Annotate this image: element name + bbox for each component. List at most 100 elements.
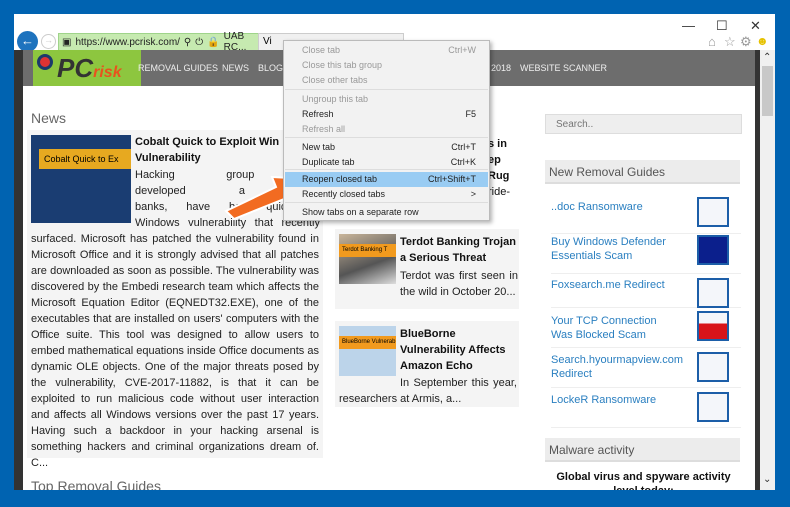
guide-item[interactable]: Your TCP Connection Was Blocked Scam: [551, 308, 741, 348]
menu-item-label: Ungroup this tab: [302, 94, 369, 104]
guide-thumbnail[interactable]: [697, 278, 729, 308]
guide-thumbnail[interactable]: [697, 352, 729, 382]
article-title[interactable]: BlueBorne Vulnerability Affects Amazon E…: [400, 326, 518, 374]
search-input[interactable]: [545, 114, 742, 134]
address-url: https://www.pcrisk.com/: [75, 36, 180, 48]
menu-item-show-tabs-on-a-separate-row[interactable]: Show tabs on a separate row: [285, 205, 488, 220]
thumb-label: Cobalt Quick to Ex: [39, 149, 131, 169]
gear-icon[interactable]: ⚙: [740, 34, 752, 50]
guide-thumbnail[interactable]: [697, 235, 729, 265]
menu-separator: [285, 137, 488, 138]
power-icon: ⏻: [195, 36, 204, 48]
menu-item-label: Duplicate tab: [302, 157, 355, 167]
maximize-icon[interactable]: ☐: [716, 18, 728, 34]
menu-item-shortcut: Ctrl+T: [451, 142, 476, 152]
partial-line: ep: [488, 154, 501, 166]
scroll-up-icon[interactable]: ⌃: [763, 52, 771, 63]
guide-link: ..doc Ransomware: [551, 201, 643, 213]
guide-link: Search.hyourmapview.com Redirect: [551, 354, 684, 380]
menu-item-label: Reopen closed tab: [302, 174, 378, 184]
article-body: surfaced. Microsoft has patched the vuln…: [31, 233, 319, 469]
thumb-label: Terdot Banking T: [339, 244, 396, 257]
menu-item-shortcut: Ctrl+W: [448, 45, 476, 55]
guide-link: Your TCP Connection Was Blocked Scam: [551, 315, 657, 341]
article-title[interactable]: Terdot Banking Trojan a Serious Threat: [400, 234, 518, 266]
menu-item-close-tab[interactable]: Close tab Ctrl+W: [285, 43, 488, 58]
back-icon[interactable]: ←: [17, 31, 38, 52]
menu-item-label: Close this tab group: [302, 60, 383, 70]
menu-item-label: Refresh all: [302, 124, 346, 134]
nav-2018[interactable]: 2018: [491, 63, 511, 73]
menu-item-close-this-tab-group[interactable]: Close this tab group: [285, 58, 488, 73]
thumb-label: BlueBorne Vulnerab: [339, 336, 396, 349]
article-thumbnail[interactable]: Terdot Banking T: [339, 234, 396, 284]
home-icon[interactable]: ⌂: [708, 34, 716, 49]
partial-article[interactable]: s in ep Rug ride-: [488, 136, 510, 200]
minimize-icon[interactable]: —: [682, 18, 695, 33]
menu-item-refresh-all[interactable]: Refresh all: [285, 122, 488, 137]
article-text: In September this year, researchers at A…: [339, 377, 517, 405]
tab-title: Vi: [263, 36, 272, 47]
partial-line: Rug: [488, 170, 510, 182]
article-thumbnail[interactable]: BlueBorne Vulnerab: [339, 326, 396, 376]
news-item[interactable]: Terdot Banking T Terdot Banking Trojan a…: [335, 229, 519, 309]
menu-item-shortcut: Ctrl+K: [450, 157, 476, 167]
malware-activity-text: Global virus and spyware activity level …: [556, 471, 731, 490]
news-item[interactable]: BlueBorne Vulnerab BlueBorne Vulnerabili…: [335, 321, 519, 407]
forward-icon[interactable]: →: [41, 34, 56, 49]
smiley-icon[interactable]: ☻: [756, 34, 769, 48]
menu-item-label: Recently closed tabs: [302, 189, 386, 199]
article-thumbnail[interactable]: Cobalt Quick to Ex: [31, 135, 131, 223]
logo-text: PCrisk: [57, 53, 122, 83]
menu-item-close-other-tabs[interactable]: Close other tabs: [285, 73, 488, 88]
top-removal-guides-heading: Top Removal Guides: [31, 478, 161, 490]
nav-removal-guides[interactable]: REMOVAL GUIDES: [138, 63, 218, 73]
menu-item-shortcut: Ctrl+Shift+T: [427, 174, 476, 184]
scroll-down-icon[interactable]: ⌄: [763, 474, 771, 485]
tab-context-menu: Close tab Ctrl+W Close this tab group Close…: [283, 40, 490, 221]
nav-website-scanner[interactable]: WEBSITE SCANNER: [520, 63, 607, 73]
guide-link: LockeR Ransomware: [551, 394, 657, 406]
menu-item-recently-closed-tabs[interactable]: Recently closed tabs >: [285, 187, 488, 202]
menu-item-label: Show tabs on a separate row: [302, 207, 419, 217]
menu-item-duplicate-tab[interactable]: Duplicate tab Ctrl+K: [285, 155, 488, 170]
address-bar[interactable]: ▣ https://www.pcrisk.com/ ⚲ ⏻ 🔒 UAB RC..…: [58, 31, 268, 53]
close-icon[interactable]: ✕: [750, 18, 761, 34]
guide-item[interactable]: ..doc Ransomware: [551, 197, 741, 234]
site-logo[interactable]: PCrisk: [33, 50, 141, 86]
guide-link: Buy Windows Defender Essentials Scam: [551, 236, 666, 262]
partial-line: s in: [488, 138, 507, 150]
menu-item-label: Close tab: [302, 45, 341, 55]
menu-separator: [285, 202, 488, 203]
nav-blog[interactable]: BLOG: [258, 63, 283, 73]
partial-line: ride-: [488, 186, 511, 198]
menu-separator: [285, 169, 488, 170]
scroll-thumb[interactable]: [762, 66, 773, 116]
menu-item-new-tab[interactable]: New tab Ctrl+T: [285, 140, 488, 155]
menu-item-label: Close other tabs: [302, 75, 368, 85]
star-icon[interactable]: ☆: [724, 34, 736, 50]
guide-thumbnail[interactable]: [697, 311, 729, 341]
search-icon[interactable]: ⚲: [184, 37, 191, 48]
scrollbar[interactable]: ⌃ ⌄: [760, 50, 775, 490]
lock-icon[interactable]: 🔒: [207, 37, 219, 48]
guide-thumbnail[interactable]: [697, 392, 729, 422]
guide-item[interactable]: Buy Windows Defender Essentials Scam: [551, 234, 741, 274]
guide-item[interactable]: LockeR Ransomware: [551, 388, 741, 428]
guide-link: Foxsearch.me Redirect: [551, 279, 665, 291]
new-removal-guides-heading: New Removal Guides: [545, 160, 740, 184]
malware-activity-heading: Malware activity: [545, 438, 740, 462]
guide-thumbnail[interactable]: [697, 197, 729, 227]
menu-item-shortcut: >: [470, 189, 476, 199]
news-heading: News: [31, 110, 67, 126]
page-left-border: [14, 50, 23, 490]
menu-item-refresh[interactable]: Refresh F5: [285, 107, 488, 122]
guide-item[interactable]: Search.hyourmapview.com Redirect: [551, 348, 741, 388]
menu-item-reopen-closed-tab[interactable]: Reopen closed tab Ctrl+Shift+T: [285, 172, 488, 187]
menu-item-shortcut: F5: [465, 109, 476, 119]
magnifier-icon: [37, 54, 53, 70]
menu-item-ungroup-this-tab[interactable]: Ungroup this tab: [285, 92, 488, 107]
menu-item-label: New tab: [302, 142, 336, 152]
nav-news[interactable]: NEWS: [222, 63, 249, 73]
guide-item[interactable]: Foxsearch.me Redirect: [551, 274, 741, 308]
